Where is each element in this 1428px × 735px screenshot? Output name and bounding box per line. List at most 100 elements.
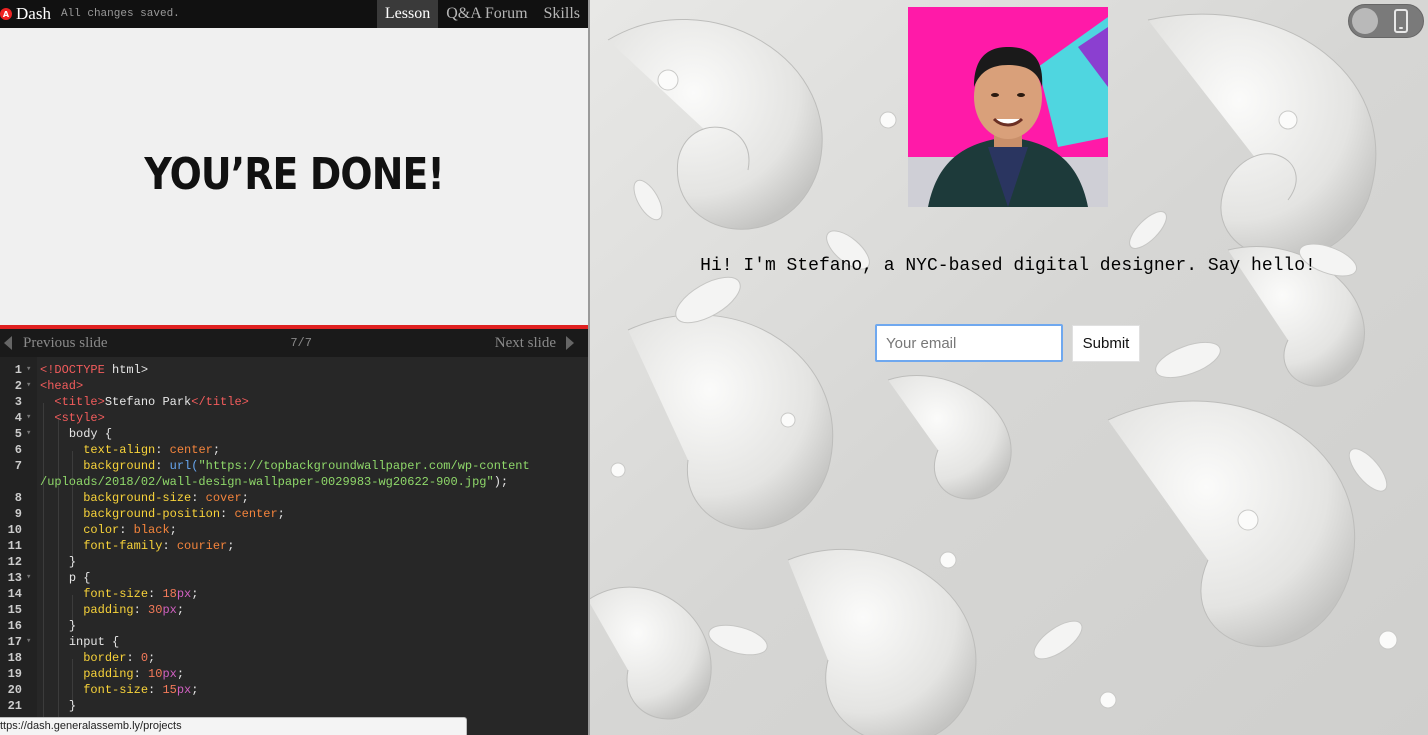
intro-text: Hi! I'm Stefano, a NYC-based digital des… bbox=[700, 256, 1316, 276]
code-line: <style> bbox=[40, 411, 105, 425]
general-assembly-logo[interactable]: A bbox=[0, 8, 12, 20]
top-bar: A Dash All changes saved. Lesson Q&A For… bbox=[0, 0, 588, 28]
fold-arrow-icon[interactable]: ▾ bbox=[26, 572, 31, 582]
next-slide-button[interactable]: Next slide bbox=[495, 335, 556, 352]
code-token: url( bbox=[169, 459, 199, 473]
line-number: 2 bbox=[14, 379, 22, 393]
line-number: 4 bbox=[14, 411, 22, 425]
tab-skills[interactable]: Skills bbox=[536, 0, 588, 28]
line-number: 10 bbox=[7, 523, 22, 537]
code-line: text-align: center; bbox=[83, 443, 221, 457]
line-number: 17 bbox=[7, 635, 22, 649]
lesson-slide: YOU’RE DONE! bbox=[0, 28, 588, 325]
code-token: black bbox=[133, 523, 170, 537]
line-number: 11 bbox=[7, 539, 22, 553]
line-number: 18 bbox=[7, 651, 22, 665]
code-token: font-size bbox=[83, 683, 149, 697]
code-token: center bbox=[234, 507, 278, 521]
fold-arrow-icon[interactable]: ▾ bbox=[26, 636, 31, 646]
code-line: background-size: cover; bbox=[83, 491, 249, 505]
lesson-heading: YOU’RE DONE! bbox=[144, 148, 444, 200]
line-number: 12 bbox=[7, 555, 22, 569]
code-line: border: 0; bbox=[83, 651, 156, 665]
code-editor[interactable]: 1 ▾ 2 ▾ 3 4 ▾ 5 ▾ 6 7 8 9 10 11 12 13 ▾ 14 15 16 17 ▾ 18 19 20 21 … bbox=[0, 357, 588, 735]
line-number: 7 bbox=[14, 459, 22, 473]
code-token: cover bbox=[205, 491, 242, 505]
code-token: <title> bbox=[54, 395, 105, 409]
code-token: } bbox=[68, 699, 77, 713]
code-token: 30 bbox=[148, 603, 163, 617]
code-token: <style> bbox=[54, 411, 105, 425]
portrait-illustration bbox=[908, 7, 1108, 207]
code-line: padding: 30px; bbox=[83, 603, 185, 617]
code-line: input { bbox=[40, 635, 119, 649]
code-token: } bbox=[68, 619, 77, 633]
line-number: 6 bbox=[14, 443, 22, 457]
fold-arrow-icon[interactable]: ▾ bbox=[26, 412, 31, 422]
slide-counter: 7/7 bbox=[290, 336, 312, 350]
code-token: <head> bbox=[40, 379, 84, 393]
code-line: } bbox=[40, 555, 76, 569]
app-title[interactable]: Dash bbox=[16, 4, 51, 24]
fold-arrow-icon[interactable]: ▾ bbox=[26, 380, 31, 390]
previous-slide-button[interactable]: Previous slide bbox=[23, 335, 108, 352]
line-number: 1 bbox=[14, 363, 22, 377]
code-token: background bbox=[83, 459, 156, 473]
phone-icon[interactable] bbox=[1394, 9, 1408, 33]
tab-qa-forum[interactable]: Q&A Forum bbox=[438, 0, 535, 28]
code-token: 0 bbox=[140, 651, 149, 665]
lesson-pane: A Dash All changes saved. Lesson Q&A For… bbox=[0, 0, 588, 735]
code-line: font-size: 18px; bbox=[83, 587, 199, 601]
code-token: px bbox=[162, 667, 177, 681]
line-number: 15 bbox=[7, 603, 22, 617]
code-token: html> bbox=[104, 363, 149, 377]
line-number: 21 bbox=[7, 699, 22, 713]
code-token: border bbox=[83, 651, 127, 665]
code-token: body { bbox=[68, 427, 113, 441]
device-toggle[interactable] bbox=[1348, 4, 1424, 38]
code-token: color bbox=[83, 523, 120, 537]
fold-arrow-icon[interactable]: ▾ bbox=[26, 428, 31, 438]
toggle-knob[interactable] bbox=[1352, 8, 1378, 34]
code-token: /uploads/2018/02/wall-design-wallpaper-0… bbox=[40, 475, 494, 489]
email-field[interactable] bbox=[875, 324, 1063, 362]
code-token: padding bbox=[83, 603, 134, 617]
tab-lesson[interactable]: Lesson bbox=[376, 0, 439, 28]
line-number: 19 bbox=[7, 667, 22, 681]
code-line: <head> bbox=[40, 379, 83, 393]
code-token: "https://topbackgroundwallpaper.com/wp-c… bbox=[198, 459, 530, 473]
code-token: px bbox=[176, 683, 192, 697]
line-number: 13 bbox=[7, 571, 22, 585]
fold-arrow-icon[interactable]: ▾ bbox=[26, 364, 31, 374]
code-token: p { bbox=[68, 571, 91, 585]
code-token: 10 bbox=[148, 667, 163, 681]
code-line: padding: 10px; bbox=[83, 667, 185, 681]
code-token: <! bbox=[40, 363, 55, 377]
save-status: All changes saved. bbox=[60, 8, 180, 20]
code-line: font-family: courier; bbox=[83, 539, 235, 553]
code-line: font-size: 15px; bbox=[83, 683, 199, 697]
pane-divider[interactable] bbox=[588, 0, 590, 735]
line-number: 8 bbox=[14, 491, 22, 505]
code-token: font-size bbox=[83, 587, 149, 601]
line-number: 20 bbox=[7, 683, 22, 697]
code-token: font-family bbox=[83, 539, 163, 553]
submit-button[interactable]: Submit bbox=[1072, 325, 1140, 362]
code-line: background-position: center; bbox=[83, 507, 285, 521]
code-token: background-size bbox=[83, 491, 192, 505]
line-number: 3 bbox=[14, 395, 22, 409]
triangle-right-icon[interactable] bbox=[566, 336, 574, 350]
code-line: background: url("https://topbackgroundwa… bbox=[83, 459, 530, 473]
code-line: /uploads/2018/02/wall-design-wallpaper-0… bbox=[40, 475, 508, 489]
code-token: } bbox=[68, 555, 77, 569]
code-line: <!DOCTYPE html> bbox=[40, 363, 148, 377]
code-token: background-position bbox=[83, 507, 221, 521]
code-token: 18 bbox=[162, 587, 177, 601]
code-line: <title>Stefano Park</title> bbox=[40, 395, 248, 409]
code-token: text-align bbox=[83, 443, 156, 457]
preview-pane: Hi! I'm Stefano, a NYC-based digital des… bbox=[588, 0, 1428, 735]
triangle-left-icon[interactable] bbox=[4, 336, 12, 350]
code-token: 15 bbox=[162, 683, 177, 697]
code-token: padding bbox=[83, 667, 134, 681]
code-token: center bbox=[169, 443, 213, 457]
